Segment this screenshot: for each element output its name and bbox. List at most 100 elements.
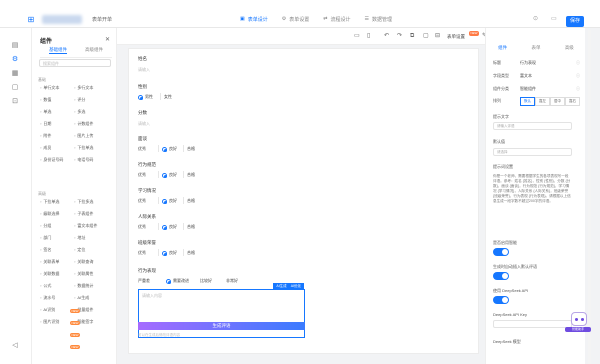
tab-flow-design[interactable]: ⇄ 流程设计 [323,16,350,24]
component-item[interactable]: ▫ 分组 [40,223,51,229]
component-item[interactable]: ▫ 日期 [40,121,51,127]
outline-icon[interactable]: ▦ [11,70,19,78]
component-item[interactable]: ▫ 级联选择 [40,211,59,217]
component-item[interactable]: ▫ 子表组件 [74,211,93,217]
ai-generate-tool[interactable]: AI生成 [276,284,286,289]
radio-option[interactable]: 良好 [162,198,177,204]
radio-option[interactable]: 合格 [187,198,195,204]
radio-button[interactable] [162,224,167,230]
component-item[interactable]: ▫ 部门 [40,235,51,241]
collapse-icon[interactable]: ◁ [11,342,19,350]
component-item[interactable]: ▫ 下拉单选 [40,199,59,205]
component-item[interactable]: ▫ 电话号码 [74,157,93,163]
scrollbar[interactable] [588,30,591,364]
components-icon[interactable]: ▤ [11,42,19,50]
radio-button[interactable] [162,198,167,204]
info-icon[interactable]: ⓘ [576,73,580,79]
save-button[interactable]: 保存 [566,16,584,27]
component-item[interactable]: ▫ 图片识别 [40,319,59,325]
deepseek-toggle[interactable] [493,296,509,304]
radio-option[interactable]: 需要改进 [166,278,189,284]
tab-component[interactable]: 组件 [498,45,507,51]
radio-button[interactable] [162,172,167,178]
component-item[interactable]: ▫ 富文本组件 [74,223,97,229]
app-name[interactable]: 表单开单 [92,16,112,23]
score-input[interactable]: 请输入 [138,121,150,127]
radio-option[interactable]: 良好 [162,250,177,256]
component-item[interactable]: ▫ 关联查询 [74,259,93,265]
radio-button[interactable] [138,94,143,100]
delete-icon[interactable]: ▢ [423,33,429,39]
tab-form-design[interactable]: ▣ 表单设计 [240,16,268,24]
tab-basic[interactable]: 基础组件 [49,47,67,54]
align-left[interactable]: 靠左 [535,97,550,106]
radio-option[interactable]: 合格 [187,146,195,152]
component-item[interactable]: ▫ 身份证号码 [40,157,63,163]
component-item[interactable]: ▫ 定位 [74,247,85,253]
component-item[interactable]: ▫ 数值 [40,97,51,103]
component-item[interactable]: ▫ 地址 [74,235,85,241]
template-icon[interactable]: ▢ [11,84,19,92]
radio-option[interactable]: 优秀 [138,250,146,256]
align-right[interactable]: 靠右 [565,97,580,106]
code-icon[interactable]: ⊟ [435,33,440,39]
copy-icon[interactable]: ⧉ [410,33,414,39]
category-value[interactable]: 智能组件 [520,86,536,92]
component-item[interactable]: ▫ AI识别 [40,307,55,313]
component-item[interactable]: ▫ 数据统计 [74,283,93,289]
radio-option[interactable]: 良好 [162,172,177,178]
component-item[interactable]: ▫ 流水号 [40,295,55,301]
apps-grid-icon[interactable]: ⊞ [27,16,35,24]
tab-form-settings[interactable]: ⚙ 表单设置 [282,16,310,24]
desktop-icon[interactable]: ▭ [354,33,360,39]
radio-option[interactable]: 合格 [187,172,195,178]
radio-option[interactable]: 非常好 [226,278,238,284]
component-item[interactable]: ▫ 关联数据 [40,271,59,277]
radio-option[interactable]: 合格 [187,250,195,256]
preview-icon[interactable]: ▭ [551,16,557,22]
ai-optimize-tool[interactable]: AI优化 [291,284,301,289]
radio-button[interactable] [166,278,171,284]
component-item[interactable]: ▫ 下拉多选 [74,199,93,205]
info-icon[interactable]: ⓘ [576,60,580,66]
component-item[interactable]: ▫ 成员 [40,145,51,151]
radio-option[interactable]: 优秀 [138,146,146,152]
radio-option[interactable]: 优秀 [138,224,146,230]
robot-assistant-icon[interactable] [571,312,587,326]
placeholder-input[interactable]: 请输入评语 [493,122,572,130]
name-input[interactable]: 请输入 [138,67,150,73]
info-icon[interactable]: ⓘ [576,86,580,92]
align-center[interactable]: 居中 [550,97,565,106]
radio-button[interactable] [162,250,167,256]
close-icon[interactable]: ✕ [105,36,110,43]
radio-option[interactable]: 优秀 [138,172,146,178]
help-icon[interactable]: ⊙ [533,16,538,22]
radio-option[interactable]: 合格 [187,224,195,230]
auto-insert-toggle[interactable] [493,272,509,280]
radio-option[interactable]: 女性 [164,94,172,100]
generate-comment-button[interactable]: 生成评语 [138,322,305,330]
form-settings-link[interactable]: 表单设置 [447,34,465,40]
component-item[interactable]: ▫ 单行文本 [40,85,59,91]
radio-option[interactable]: 严重差 [138,278,150,284]
api-key-input[interactable] [493,320,572,328]
tab-data-management[interactable]: ☰ 数据管理 [364,16,392,24]
radio-button[interactable] [162,146,167,152]
assistant-label[interactable]: 智能助手 [565,327,591,332]
component-item[interactable]: ▫ 多行文本 [74,85,93,91]
smart-toggle[interactable] [493,248,509,256]
default-select[interactable]: 请选择 [493,148,572,156]
radio-option[interactable]: 男性 [138,94,153,100]
component-item[interactable]: ▫ 公式 [40,283,51,289]
mobile-icon[interactable]: ▯ [367,33,370,39]
component-item[interactable]: ▫ 计数组件 [74,121,93,127]
redo-icon[interactable]: ↷ [397,33,402,39]
component-item[interactable]: ▫ 评分 [74,97,85,103]
component-item[interactable]: ▫ 签名 [40,247,51,253]
prompt-textarea[interactable]: 你是一个老师，需要根据学生的各项表现写一段评语。参考：姓名 {姓名}，性别 {性… [493,174,572,204]
radio-option[interactable]: 良好 [162,224,177,230]
component-item[interactable]: ▫ 附件 [40,133,51,139]
radio-option[interactable]: 良好 [162,146,177,152]
tab-form[interactable]: 表单 [531,45,540,51]
gear-icon[interactable]: ⚙ [11,56,19,64]
